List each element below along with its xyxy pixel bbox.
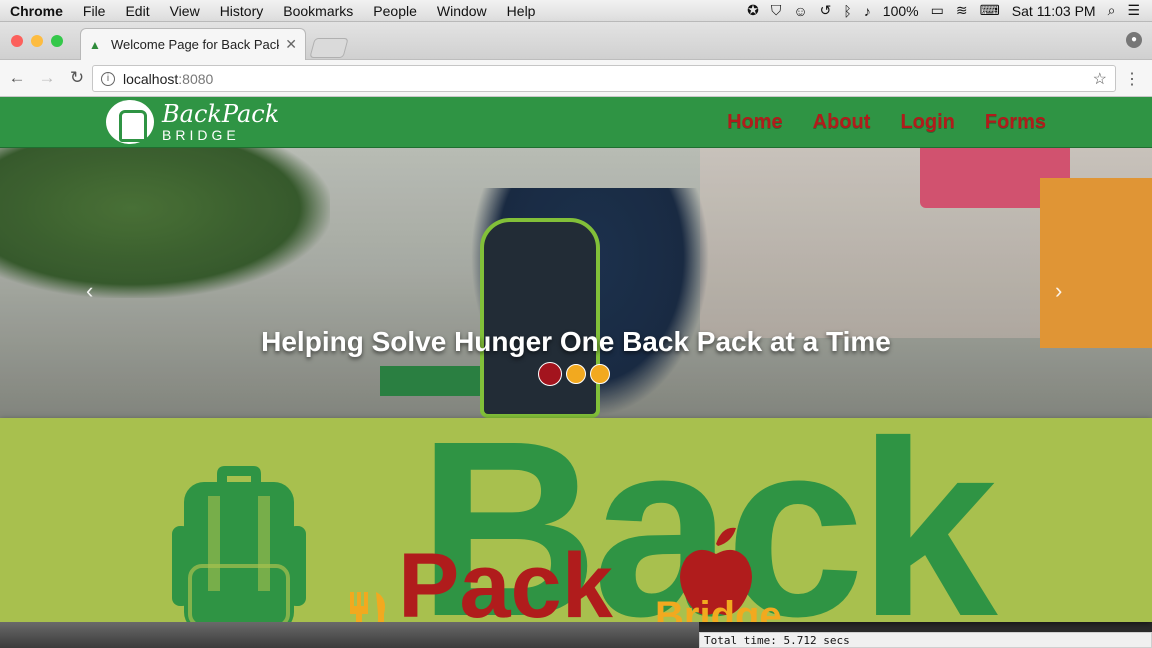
tab-strip: ▲ Welcome Page for Back Pack ✕ ● [0,22,1152,60]
back-arrow-icon[interactable]: ← [4,68,30,88]
reload-icon[interactable]: ↻ [64,68,90,88]
time-machine-icon[interactable]: ↺ [820,2,832,19]
backpack-favicon-icon: ▲ [89,37,101,52]
background-window [0,622,699,648]
brand-banner: Back Pack Bridge [0,418,1152,622]
menu-people[interactable]: People [363,3,427,19]
notification-center-icon[interactable]: ☰ [1127,2,1140,19]
profile-icon[interactable]: ● [1126,32,1142,48]
url-host: localhost [123,70,179,87]
logo-wordmark: BackPack [162,100,280,128]
banner-word-pack: Pack [398,535,613,622]
browser-toolbar: ← → ↻ i localhost:8080 ☆ ⋮ [0,60,1152,97]
volume-icon[interactable]: ♪ [864,3,871,19]
menu-bookmarks[interactable]: Bookmarks [273,3,363,19]
menu-view[interactable]: View [160,3,210,19]
accessibility-icon[interactable]: ☺ [793,3,807,19]
minimize-window-button[interactable] [31,35,43,47]
forward-arrow-icon[interactable]: → [34,68,60,88]
carousel-dot-2[interactable] [566,364,586,384]
url-port: :8080 [178,70,214,87]
backpack-logo-icon [106,100,154,144]
menu-edit[interactable]: Edit [115,3,159,19]
logo-subtitle: BRIDGE [162,127,240,143]
terminal-status-line: Total time: 5.712 secs [699,632,1152,648]
macos-menubar: Chrome File Edit View History Bookmarks … [0,0,1152,22]
nav-login-link[interactable]: Login [900,111,954,134]
hero-caption: Helping Solve Hunger One Back Pack at a … [261,326,891,357]
battery-icon[interactable]: ▭ [931,2,944,19]
spotlight-search-icon[interactable]: ⌕ [1108,2,1116,19]
nav-forms-link[interactable]: Forms [985,111,1046,134]
menu-help[interactable]: Help [497,3,546,19]
window-controls [11,35,63,47]
chrome-menu-icon[interactable]: ⋮ [1124,69,1140,89]
carousel-next-icon[interactable]: › [1055,278,1062,304]
site-logo[interactable]: BackPack BRIDGE [106,100,279,144]
logo-text: BackPack BRIDGE [162,102,279,142]
new-tab-button[interactable] [309,38,349,58]
keyboard-icon[interactable]: ⌨ [980,2,1000,19]
site-info-icon[interactable]: i [101,71,115,86]
menu-window[interactable]: Window [427,3,497,19]
menu-file[interactable]: File [73,3,116,19]
menu-chrome[interactable]: Chrome [0,3,73,19]
backpack-graphic-icon [172,466,306,622]
nav-home-link[interactable]: Home [727,111,783,134]
close-tab-icon[interactable]: ✕ [285,36,297,53]
zoom-window-button[interactable] [51,35,63,47]
hero-carousel: ‹ › Helping Solve Hunger One Back Pack a… [0,148,1152,418]
bluetooth-icon[interactable]: ᛒ [843,3,851,19]
carousel-indicators [538,362,610,386]
clock[interactable]: Sat 11:03 PM [1012,3,1096,19]
nav-about-link[interactable]: About [813,111,871,134]
carousel-dot-1[interactable] [538,362,562,386]
wifi-icon[interactable]: ≋ [956,2,968,19]
banner-word-bridge: Bridge [655,594,782,622]
tab-welcome[interactable]: ▲ Welcome Page for Back Pack ✕ [80,28,306,60]
address-bar[interactable]: i localhost:8080 ☆ [92,65,1116,92]
site-nav-links: Home About Login Forms [727,111,1046,134]
tab-title: Welcome Page for Back Pack [111,37,280,52]
carousel-dot-3[interactable] [590,364,610,384]
site-navbar: BackPack BRIDGE Home About Login Forms [0,97,1152,148]
fork-knife-icon [350,592,385,622]
carousel-prev-icon[interactable]: ‹ [86,278,93,304]
close-window-button[interactable] [11,35,23,47]
shield-icon[interactable]: ⛉ [771,2,782,19]
status-area: ✪ ⛉ ☺ ↺ ᛒ ♪ 100% ▭ ≋ ⌨ Sat 11:03 PM ⌕ ☰ [747,2,1152,19]
status-app-icon[interactable]: ✪ [747,2,759,19]
battery-percent[interactable]: 100% [883,3,919,19]
bookmark-star-icon[interactable]: ☆ [1093,69,1107,89]
menu-history[interactable]: History [210,3,274,19]
